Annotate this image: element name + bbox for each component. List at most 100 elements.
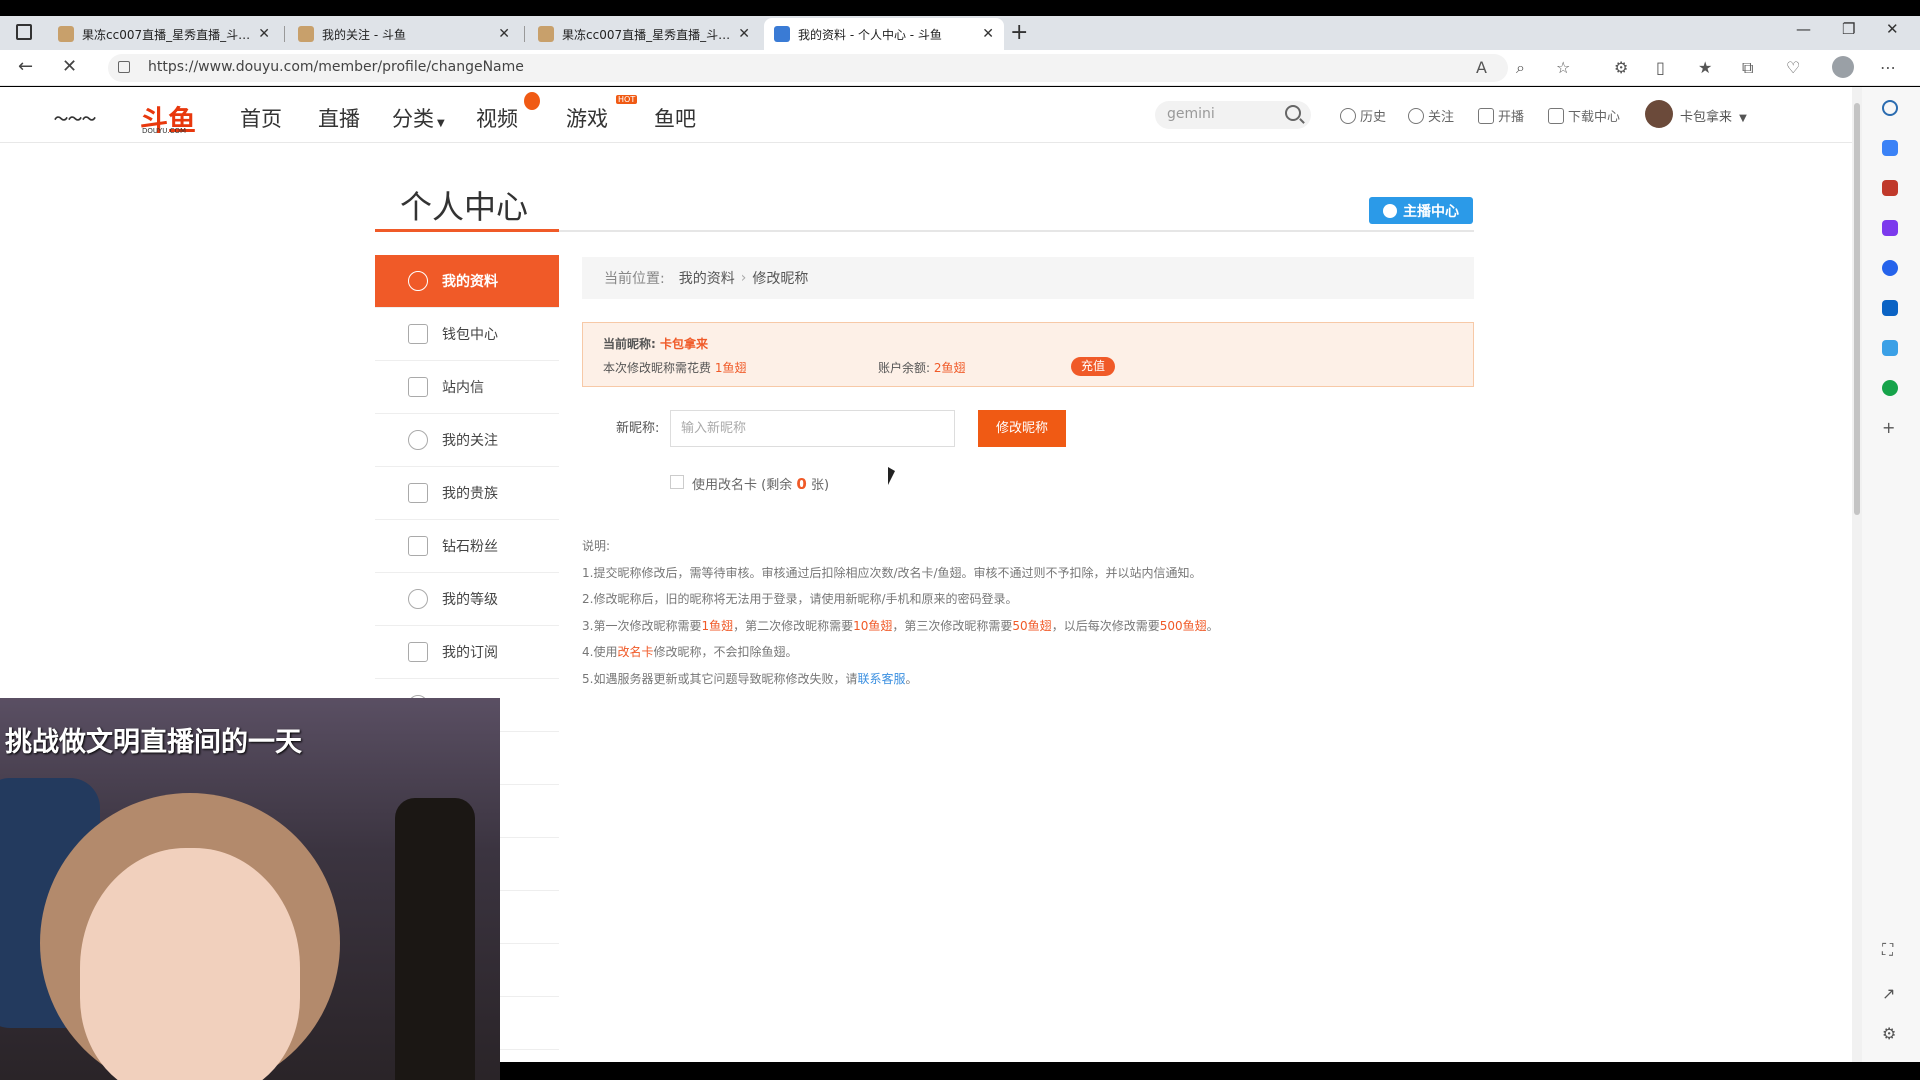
chevron-down-icon: ▼ (437, 118, 445, 129)
nav-home[interactable]: 首页 (240, 103, 282, 133)
lock-icon[interactable] (118, 61, 130, 73)
note-text: 修改昵称，不会扣除鱼翅。 (653, 645, 798, 659)
change-cost: 本次修改昵称需花费 1鱼翅 (603, 359, 746, 376)
new-tab-icon[interactable]: + (1010, 20, 1028, 45)
anchor-center-button[interactable]: 主播中心 (1369, 197, 1473, 224)
rename-card-checkbox[interactable] (670, 475, 684, 489)
recharge-button[interactable]: 充值 (1071, 357, 1115, 376)
nav-live[interactable]: 直播 (318, 103, 360, 133)
restore-icon[interactable]: ❐ (1842, 20, 1855, 38)
nav-category-label: 分类 (392, 107, 434, 131)
minimize-icon[interactable]: — (1796, 20, 1811, 38)
zoom-icon[interactable]: ⌕ (1516, 58, 1525, 78)
tree-icon[interactable] (1882, 380, 1898, 396)
add-icon[interactable]: + (1882, 418, 1895, 437)
nickname-notice: 当前昵称: 卡包拿来 本次修改昵称需花费 1鱼翅 账户余额: 2鱼翅 充值 (582, 322, 1474, 387)
nav-games[interactable]: 游戏 (566, 103, 608, 133)
collections-icon[interactable]: ⧉ (1742, 58, 1753, 78)
message-icon (408, 377, 428, 397)
screen: 果冻cc007直播_星秀直播_斗鱼直播 ✕ 我的关注 - 斗鱼 ✕ 果冻cc00… (0, 0, 1920, 1080)
current-nickname-label: 当前昵称: (603, 337, 656, 351)
sidebar-item-noble[interactable]: 我的贵族 (375, 467, 559, 520)
anchor-center-label: 主播中心 (1403, 203, 1459, 220)
note-item: 4.使用改名卡修改昵称，不会扣除鱼翅。 (582, 639, 1219, 666)
close-icon[interactable]: ✕ (498, 26, 510, 42)
window-close-icon[interactable]: ✕ (1886, 20, 1899, 38)
performance-icon[interactable]: ♡ (1786, 58, 1800, 77)
sidebar-item-wallet[interactable]: 钱包中心 (375, 308, 559, 361)
douyu-logo[interactable]: 〜〜〜 斗鱼 DOUYU.COM (54, 99, 200, 137)
scrollbar-thumb[interactable] (1854, 103, 1860, 515)
extensions-icon[interactable]: ⚙ (1614, 58, 1628, 77)
gear-icon[interactable]: ⚙ (1882, 1024, 1896, 1043)
read-aloud-icon[interactable]: A (1476, 58, 1487, 77)
split-screen-icon[interactable]: ▯ (1656, 58, 1665, 77)
sidebar-item-diamond-fans[interactable]: 钻石粉丝 (375, 520, 559, 573)
tag-icon[interactable] (1882, 140, 1898, 156)
sidebar-item-label: 我的等级 (442, 592, 498, 608)
profile-avatar-icon[interactable] (1832, 56, 1854, 78)
nav-yuba[interactable]: 鱼吧 (654, 103, 696, 133)
stop-loading-icon[interactable]: ✕ (62, 56, 77, 77)
back-icon[interactable]: ← (18, 56, 33, 77)
change-nickname-button[interactable]: 修改昵称 (978, 410, 1066, 447)
history-link[interactable]: 历史 (1340, 106, 1386, 125)
browser-tab[interactable]: 果冻cc007直播_星秀直播_斗鱼直播 ✕ (528, 18, 760, 50)
search-icon[interactable] (1285, 105, 1301, 121)
tab-title: 我的资料 - 个人中心 - 斗鱼 (798, 27, 942, 42)
screenshot-icon[interactable]: ⛶ (1882, 940, 1893, 960)
more-menu-icon[interactable]: ⋯ (1880, 58, 1896, 77)
sidebar-item-messages[interactable]: 站内信 (375, 361, 559, 414)
toolbox-icon[interactable] (1882, 180, 1898, 196)
url-text[interactable]: https://www.douyu.com/member/profile/cha… (148, 59, 524, 75)
user-icon (1383, 203, 1397, 218)
logo-fish-mark: 〜〜〜 (54, 112, 96, 128)
tab-divider (284, 26, 285, 42)
note-highlight: 500鱼翅 (1159, 618, 1207, 633)
search-input[interactable]: gemini (1167, 106, 1215, 122)
note-text: 4.使用 (582, 645, 618, 659)
new-nickname-input[interactable]: 输入新昵称 (670, 410, 955, 447)
card-label-text: 使用改名卡 (剩余 (692, 478, 793, 493)
note-highlight: 改名卡 (617, 645, 654, 659)
close-icon[interactable]: ✕ (258, 26, 270, 42)
sidebar-item-level[interactable]: 我的等级 (375, 573, 559, 626)
close-icon[interactable]: ✕ (982, 26, 994, 42)
search-icon[interactable] (1882, 100, 1898, 116)
user-avatar[interactable] (1645, 100, 1673, 128)
title-underline (375, 229, 559, 232)
broadcast-link[interactable]: 开播 (1478, 106, 1524, 125)
browser-tab[interactable]: 我的关注 - 斗鱼 ✕ (288, 18, 520, 50)
send-icon[interactable] (1882, 340, 1898, 356)
outlook-icon[interactable] (1882, 300, 1898, 316)
close-icon[interactable]: ✕ (738, 26, 750, 42)
follow-link[interactable]: 关注 (1408, 106, 1454, 125)
hot-badge: HOT (616, 95, 638, 104)
favorite-star-icon[interactable]: ☆ (1556, 58, 1570, 77)
sidebar-item-profile[interactable]: 我的资料 (375, 255, 559, 308)
download-link[interactable]: 下载中心 (1548, 106, 1620, 125)
breadcrumb-link-profile[interactable]: 我的资料 (679, 268, 735, 288)
contact-support-link[interactable]: 联系客服 (857, 672, 905, 686)
external-link-icon[interactable]: ↗ (1882, 984, 1895, 1003)
nav-video[interactable]: 视频 (476, 103, 518, 133)
balance-label: 账户余额: (878, 361, 931, 375)
crown-icon (408, 483, 428, 503)
browser-tab[interactable]: 果冻cc007直播_星秀直播_斗鱼直播 ✕ (48, 18, 280, 50)
note-item: 1.提交昵称修改后，需等待审核。审核通过后扣除相应次数/改名卡/鱼翅。审核不通过… (582, 565, 1202, 580)
copilot-icon[interactable] (1882, 260, 1898, 276)
douyu-favicon-icon (538, 26, 554, 42)
sidebar-item-subscriptions[interactable]: 我的订阅 (375, 626, 559, 679)
user-menu[interactable]: 卡包拿来 ▼ (1680, 106, 1747, 125)
tab-actions-icon[interactable] (16, 24, 32, 40)
nav-category[interactable]: 分类 ▼ (392, 103, 445, 133)
rename-card-label[interactable]: 使用改名卡 (剩余 0 张) (692, 474, 829, 493)
browser-tab-active[interactable]: 我的资料 - 个人中心 - 斗鱼 ✕ (764, 18, 1004, 50)
note-highlight: 1鱼翅 (701, 618, 734, 633)
games-icon[interactable] (1882, 220, 1898, 236)
face-shape (80, 848, 300, 1080)
broadcast-label: 开播 (1498, 110, 1525, 125)
favorites-icon[interactable]: ★ (1698, 58, 1712, 77)
site-search[interactable]: gemini (1155, 101, 1311, 129)
sidebar-item-follows[interactable]: 我的关注 (375, 414, 559, 467)
